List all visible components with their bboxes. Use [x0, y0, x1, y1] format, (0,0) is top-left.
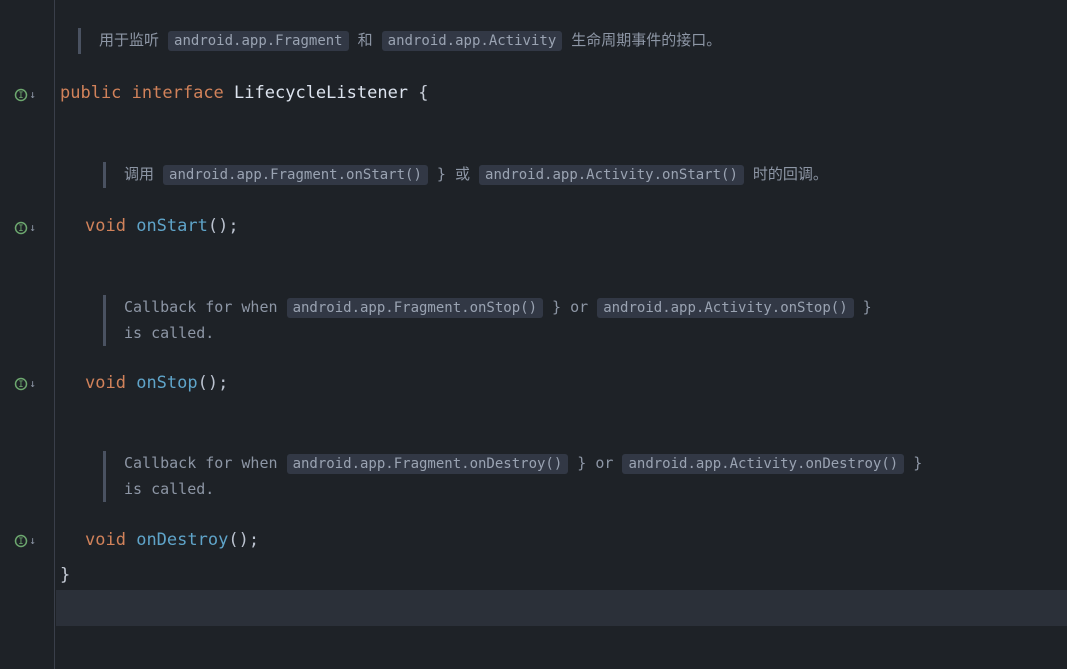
code-line-onstop[interactable]: void onStop(); — [60, 370, 1067, 398]
method-name: onDestroy — [136, 530, 228, 550]
doc-onstart: 调用 android.app.Fragment.onStart() } 或 an… — [103, 162, 1027, 188]
code-line-close-brace[interactable]: } — [60, 562, 1067, 590]
gutter-implements-icon[interactable]: I ↓ — [10, 531, 40, 551]
semicolon: ; — [249, 530, 259, 550]
code-editor[interactable]: 用于监听 android.app.Fragment 和 android.app.… — [60, 0, 1067, 669]
svg-text:I: I — [18, 537, 23, 547]
doc-text: 和 — [349, 31, 382, 49]
semicolon: ; — [228, 216, 238, 236]
type-name: LifecycleListener — [234, 83, 408, 103]
parens: () — [228, 530, 248, 550]
doc-code-ref: android.app.Activity.onStart() — [479, 165, 744, 185]
svg-text:I: I — [18, 224, 23, 234]
close-brace: } — [60, 565, 70, 585]
parens: () — [198, 373, 218, 393]
keyword-interface: interface — [132, 83, 224, 103]
doc-code-ref: android.app.Fragment.onDestroy() — [287, 454, 569, 474]
svg-text:I: I — [18, 380, 23, 390]
doc-text: 用于监听 — [99, 31, 168, 49]
doc-text: Callback for when — [124, 454, 287, 472]
gutter-implements-icon[interactable]: I ↓ — [10, 85, 40, 105]
doc-code-ref: android.app.Fragment.onStart() — [163, 165, 428, 185]
doc-text: } or — [568, 454, 622, 472]
keyword-void: void — [85, 216, 126, 236]
doc-text: 调用 — [124, 165, 163, 183]
method-name: onStop — [136, 373, 197, 393]
keyword-void: void — [85, 530, 126, 550]
gutter-implements-icon[interactable]: I ↓ — [10, 218, 40, 238]
code-line-ondestroy[interactable]: void onDestroy(); — [60, 527, 1067, 555]
parens: () — [208, 216, 228, 236]
doc-text: } or — [543, 298, 597, 316]
doc-ondestroy: Callback for when android.app.Fragment.o… — [103, 451, 1027, 502]
code-line-interface-decl[interactable]: public interface LifecycleListener { — [60, 80, 1067, 108]
doc-interface: 用于监听 android.app.Fragment 和 android.app.… — [78, 28, 1027, 54]
keyword-public: public — [60, 83, 121, 103]
doc-text: 时的回调。 — [744, 165, 828, 183]
keyword-void: void — [85, 373, 126, 393]
doc-code-ref: android.app.Fragment.onStop() — [287, 298, 543, 318]
method-name: onStart — [136, 216, 208, 236]
doc-onstop: Callback for when android.app.Fragment.o… — [103, 295, 1027, 346]
svg-text:I: I — [18, 91, 23, 101]
doc-code-ref: android.app.Activity — [382, 31, 563, 51]
doc-code-ref: android.app.Activity.onStop() — [597, 298, 853, 318]
open-brace: { — [418, 83, 428, 103]
gutter-divider — [54, 0, 55, 669]
doc-code-ref: android.app.Activity.onDestroy() — [622, 454, 904, 474]
gutter-implements-icon[interactable]: I ↓ — [10, 374, 40, 394]
semicolon: ; — [218, 373, 228, 393]
doc-text: } 或 — [428, 165, 479, 183]
doc-text: Callback for when — [124, 298, 287, 316]
code-line-onstart[interactable]: void onStart(); — [60, 213, 1067, 241]
doc-text: 生命周期事件的接口。 — [562, 31, 721, 49]
gutter: I ↓ I ↓ I ↓ I ↓ — [0, 0, 48, 669]
doc-code-ref: android.app.Fragment — [168, 31, 349, 51]
